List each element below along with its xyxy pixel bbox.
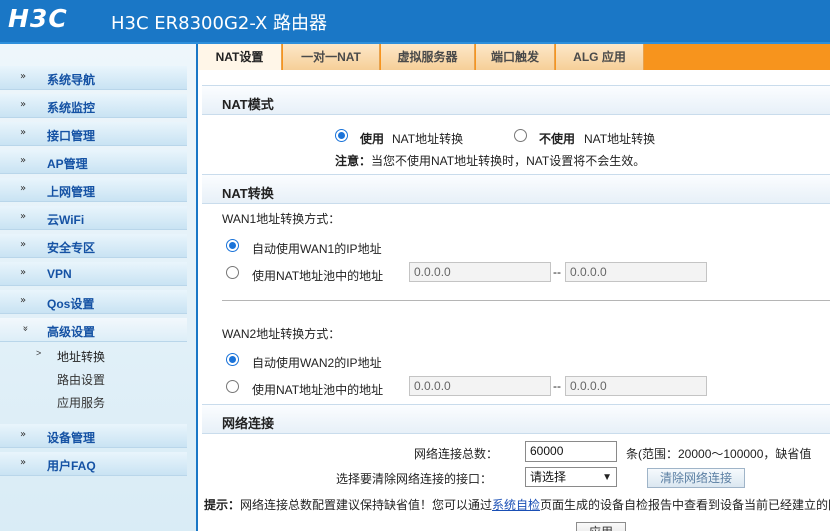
section-nat-convert: NAT转换 — [202, 174, 830, 204]
sidebar-item-internet[interactable]: » 上网管理 — [0, 178, 187, 202]
sidebar-item-system-monitor[interactable]: » 系统监控 — [0, 94, 187, 118]
sidebar-item-label: 高级设置 — [47, 325, 96, 339]
chevron-double-right-icon: » — [20, 239, 27, 250]
range-dash: -- — [553, 379, 561, 393]
sidebar-item-vpn[interactable]: » VPN — [0, 262, 187, 286]
chevron-double-right-icon: » — [20, 183, 27, 194]
app-header: H3C H3C ER8300G2-X 路由器 — [0, 0, 830, 42]
sidebar-subitem-app-service[interactable]: 应用服务 — [0, 390, 187, 412]
main-content: NAT模式 使用 NAT地址转换 不使用 NAT地址转换 注意： 当您不使用NA… — [198, 70, 830, 531]
conn-total-label: 网络连接总数： — [414, 447, 499, 461]
sidebar-item-label: AP管理 — [47, 157, 88, 171]
chevron-double-down-icon: » — [19, 325, 31, 332]
nat-on-label-bold: 使用 — [360, 132, 385, 146]
chevron-double-right-icon: » — [20, 211, 27, 222]
sidebar-item-label: 上网管理 — [47, 185, 96, 199]
wan1-pool-start-input[interactable]: 0.0.0.0 — [409, 262, 551, 282]
wan2-pool-label: 使用NAT地址池中的地址 — [252, 383, 384, 397]
chevron-double-right-icon: » — [20, 99, 27, 110]
tab-nat-settings[interactable]: NAT设置 — [198, 44, 282, 70]
section-network-connection: 网络连接 — [202, 404, 830, 434]
sidebar-subitem-label: 地址转换 — [57, 350, 106, 364]
interface-select[interactable]: 请选择 ▼ — [525, 467, 617, 487]
conn-total-input[interactable]: 60000 — [525, 441, 617, 462]
sidebar-subitem-nat[interactable]: > 地址转换 — [0, 344, 187, 366]
chevron-double-right-icon: » — [20, 295, 27, 306]
chevron-double-right-icon: » — [20, 267, 27, 278]
wan2-pool-radio[interactable] — [226, 380, 239, 393]
sidebar-item-label: 用户FAQ — [47, 459, 96, 473]
wan2-mode-label: WAN2地址转换方式： — [222, 327, 341, 341]
sidebar-item-label: 设备管理 — [47, 431, 96, 445]
wan1-pool-radio[interactable] — [226, 266, 239, 279]
sidebar-item-interface[interactable]: » 接口管理 — [0, 122, 187, 146]
nat-off-label-bold: 不使用 — [539, 132, 576, 146]
sidebar-item-qos[interactable]: » Qos设置 — [0, 290, 187, 314]
nat-note-label: 注意： — [335, 154, 372, 168]
sidebar-item-cloud-wifi[interactable]: » 云WiFi — [0, 206, 187, 230]
wan1-pool-label: 使用NAT地址池中的地址 — [252, 269, 384, 283]
chevron-double-right-icon: » — [20, 429, 27, 440]
section-title: 网络连接 — [222, 416, 275, 431]
tab-alg[interactable]: ALG 应用 — [556, 44, 644, 70]
chevron-double-right-icon: » — [20, 71, 27, 82]
wan2-pool-start-input[interactable]: 0.0.0.0 — [409, 376, 551, 396]
nat-off-label: NAT地址转换 — [584, 132, 656, 146]
tip-text-part1: 网络连接总数配置建议保持缺省值！您可以通过 — [240, 498, 493, 512]
h3c-logo: H3C — [8, 4, 68, 33]
tab-bar: NAT设置 一对一NAT 虚拟服务器 端口触发 ALG 应用 — [198, 44, 830, 70]
sidebar-item-label: 云WiFi — [47, 213, 85, 227]
wan1-pool-end-input[interactable]: 0.0.0.0 — [565, 262, 707, 282]
interface-select-value: 请选择 — [530, 470, 567, 484]
wan1-mode-label: WAN1地址转换方式： — [222, 212, 341, 226]
wan1-auto-radio[interactable] — [226, 239, 239, 252]
wan2-auto-radio[interactable] — [226, 353, 239, 366]
tip-text-part2: 页面生成的设备自检报告中查看到设备当前已经建立的网 — [540, 498, 830, 512]
sidebar-item-system-nav[interactable]: » 系统导航 — [0, 66, 187, 90]
sidebar-item-ap[interactable]: » AP管理 — [0, 150, 187, 174]
sidebar-item-label: 系统导航 — [47, 73, 96, 87]
wan1-auto-label: 自动使用WAN1的IP地址 — [252, 242, 382, 256]
wan2-auto-label: 自动使用WAN2的IP地址 — [252, 356, 382, 370]
self-check-link[interactable]: 系统自检 — [492, 498, 540, 512]
sidebar-subitem-label: 应用服务 — [57, 396, 106, 410]
sidebar-item-advanced[interactable]: » 高级设置 — [0, 318, 187, 342]
sidebar-item-label: 接口管理 — [47, 129, 96, 143]
sidebar-subitem-label: 路由设置 — [57, 373, 106, 387]
conn-range-text: 条(范围：20000～100000，缺省值 — [626, 447, 812, 461]
section-title: NAT模式 — [222, 97, 274, 112]
sidebar-subitem-routing[interactable]: 路由设置 — [0, 367, 187, 389]
nat-off-radio[interactable] — [514, 129, 527, 142]
section-title: NAT转换 — [222, 186, 274, 201]
divider — [222, 300, 830, 301]
sidebar-item-device[interactable]: » 设备管理 — [0, 424, 187, 448]
nat-on-label: NAT地址转换 — [392, 132, 464, 146]
chevron-double-right-icon: » — [20, 457, 27, 468]
sidebar-item-label: 安全专区 — [47, 241, 96, 255]
clear-connections-button[interactable]: 清除网络连接 — [647, 468, 745, 488]
caret-right-icon: > — [36, 348, 42, 358]
range-dash: -- — [553, 265, 561, 279]
sidebar-item-label: Qos设置 — [47, 297, 95, 311]
chevron-double-right-icon: » — [20, 127, 27, 138]
tab-virtual-server[interactable]: 虚拟服务器 — [381, 44, 475, 70]
sidebar-item-label: 系统监控 — [47, 101, 96, 115]
clear-conn-label: 选择要清除网络连接的接口： — [336, 472, 493, 486]
nat-on-radio[interactable] — [335, 129, 348, 142]
tab-port-trigger[interactable]: 端口触发 — [476, 44, 555, 70]
sidebar-item-faq[interactable]: » 用户FAQ — [0, 452, 187, 476]
app-title: H3C ER8300G2-X 路由器 — [111, 13, 328, 34]
tab-one-to-one-nat[interactable]: 一对一NAT — [283, 44, 380, 70]
chevron-double-right-icon: » — [20, 155, 27, 166]
tip-text: 网络连接总数配置建议保持缺省值！您可以通过系统自检页面生成的设备自检报告中查看到… — [240, 496, 830, 513]
wan2-pool-end-input[interactable]: 0.0.0.0 — [565, 376, 707, 396]
chevron-down-icon: ▼ — [602, 472, 612, 483]
apply-button[interactable]: 应用 — [576, 522, 626, 531]
section-nat-mode: NAT模式 — [202, 85, 830, 115]
sidebar-item-label: VPN — [47, 267, 72, 281]
nat-note-text: 当您不使用NAT地址转换时，NAT设置将不会生效。 — [371, 154, 646, 168]
tip-label: 提示： — [204, 498, 241, 512]
sidebar: » 系统导航 » 系统监控 » 接口管理 » AP管理 » 上网管理 » 云Wi… — [0, 44, 196, 531]
sidebar-item-security[interactable]: » 安全专区 — [0, 234, 187, 258]
